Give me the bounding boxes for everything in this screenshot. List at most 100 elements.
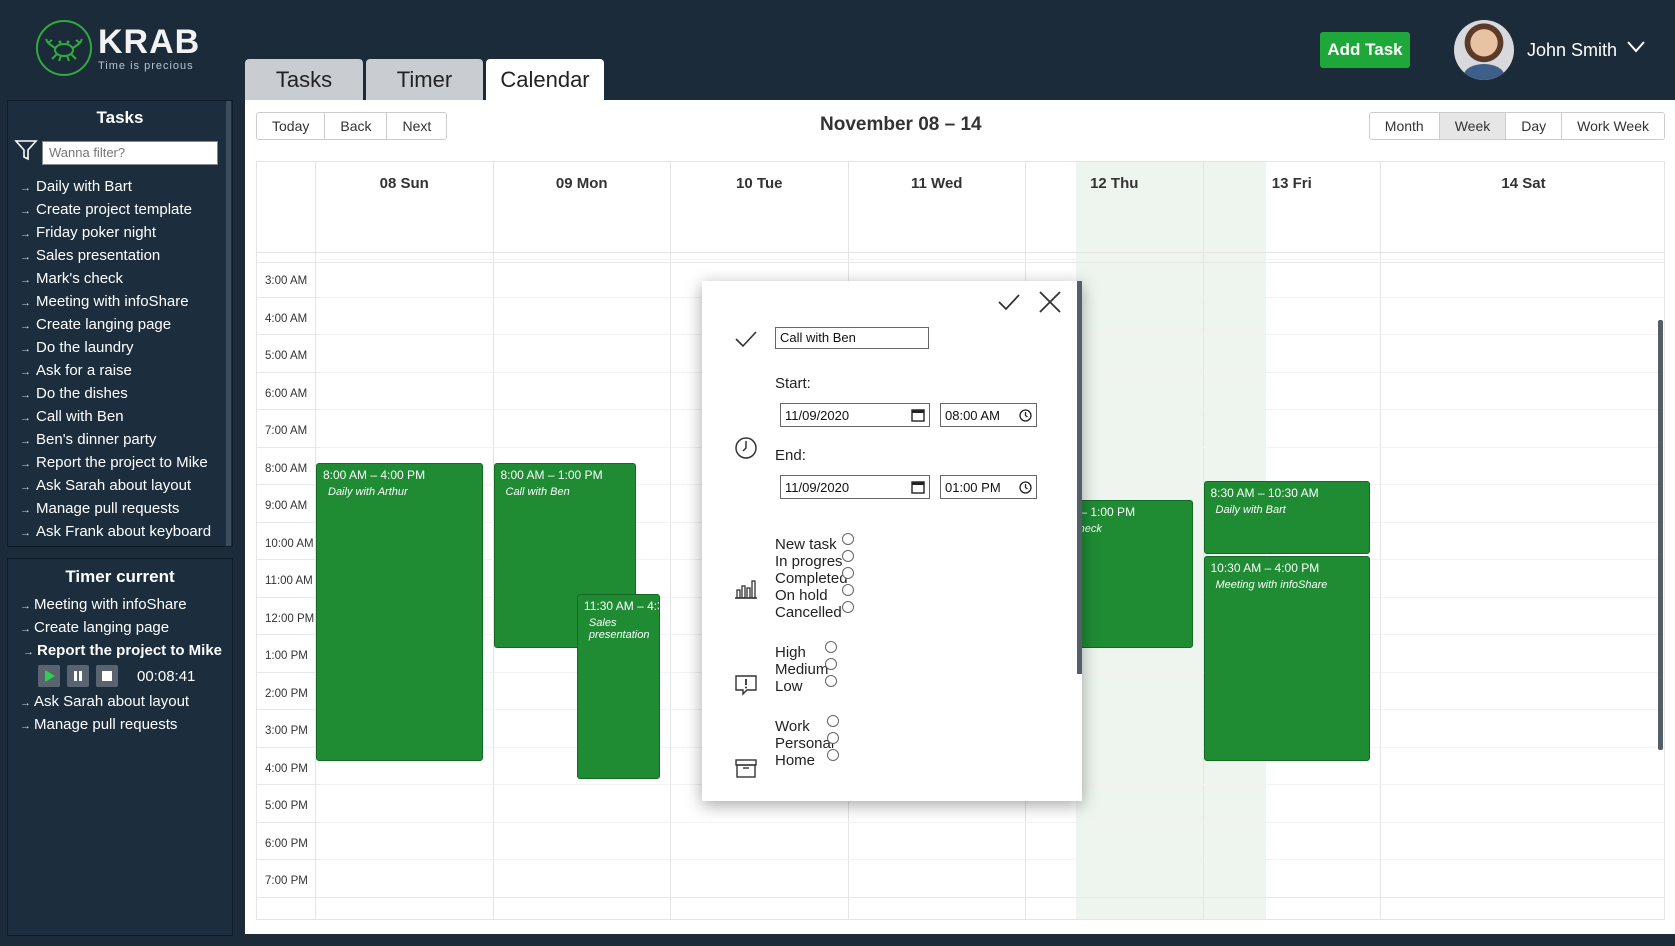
task-list-item[interactable]: → Mark's check <box>20 267 232 290</box>
time-label: 9:00 AM <box>265 500 308 512</box>
calendar-scrollbar[interactable] <box>1658 320 1663 750</box>
month-view-button[interactable]: Month <box>1369 113 1440 139</box>
task-list-item[interactable]: →Daily with Arthur <box>20 543 232 547</box>
avatar[interactable] <box>1454 20 1514 80</box>
task-list-item[interactable]: → Create langing page <box>20 313 232 336</box>
task-label: Call with Ben <box>36 408 124 425</box>
task-list-item[interactable]: → Sales presentation <box>20 244 232 267</box>
radio-button[interactable] <box>827 732 839 744</box>
task-list-item[interactable]: → Create project template <box>20 198 232 221</box>
task-label: Ask Frank about keyboard <box>36 523 212 540</box>
end-time-input[interactable]: 01:00 PM <box>940 475 1037 499</box>
day-view-button[interactable]: Day <box>1506 113 1563 139</box>
radio-button[interactable] <box>827 715 839 727</box>
stop-button[interactable] <box>96 665 118 687</box>
task-list-item[interactable]: → Do the dishes <box>20 382 232 405</box>
start-time-input[interactable]: 08:00 AM <box>940 403 1037 427</box>
arrow-icon: → <box>20 343 31 355</box>
tasks-scrollbar[interactable] <box>226 101 231 546</box>
task-list-item[interactable]: → Meeting with infoShare <box>20 290 232 313</box>
task-list-item[interactable]: → Do the laundry <box>20 336 232 359</box>
modal-scrollbar[interactable] <box>1077 281 1082 674</box>
pause-button[interactable] <box>67 665 89 687</box>
end-date-input[interactable]: 11/09/2020 <box>780 475 930 499</box>
radio-button[interactable] <box>842 550 854 562</box>
radio-button[interactable] <box>842 567 854 579</box>
task-list-item[interactable]: → Friday poker night <box>20 221 232 244</box>
radio-button[interactable] <box>842 533 854 545</box>
calendar-event[interactable]: 11:30 AM – 4:30 PM Sales presentation <box>576 593 661 780</box>
task-list-item[interactable]: → Ask Sarah about layout <box>20 474 232 497</box>
pause-icon <box>74 671 82 681</box>
day-header[interactable]: 11 Wed <box>847 162 1026 252</box>
day-header[interactable]: 14 Sat <box>1380 162 1664 252</box>
day-header[interactable]: 09 Mon <box>492 162 671 252</box>
tab-calendar[interactable]: Calendar <box>486 59 604 101</box>
day-header[interactable]: 13 Fri <box>1202 162 1381 252</box>
task-list-item[interactable]: → Manage pull requests <box>20 497 232 520</box>
arrow-icon: → <box>20 228 31 240</box>
event-time: 8:00 AM – 4:00 PM <box>323 467 426 482</box>
day-header[interactable]: 10 Tue <box>670 162 848 252</box>
close-icon[interactable] <box>1037 289 1063 320</box>
bar-chart-icon <box>734 577 758 604</box>
task-label: Create langing page <box>36 316 172 333</box>
back-button[interactable]: Back <box>325 113 388 139</box>
task-list-item[interactable]: → Ask for a raise <box>20 359 232 382</box>
task-list-item[interactable]: → Report the project to Mike <box>20 451 232 474</box>
timer-item-active[interactable]: → Report the project to Mike <box>20 639 232 662</box>
confirm-check-icon[interactable] <box>996 291 1022 318</box>
task-list-item[interactable]: → Call with Ben <box>20 405 232 428</box>
timer-item[interactable]: → Meeting with infoShare <box>20 593 232 616</box>
radio-option-label: Completed <box>775 570 848 587</box>
arrow-icon: → <box>20 251 31 263</box>
calendar-event[interactable]: 8:00 AM – 4:00 PM Daily with Arthur <box>316 462 483 761</box>
timer-item[interactable]: → Create langing page <box>20 616 232 639</box>
task-label: Daily with Bart <box>36 178 132 195</box>
add-task-button[interactable]: Add Task <box>1320 32 1410 68</box>
tab-tasks[interactable]: Tasks <box>245 59 363 101</box>
event-editor-modal: Call with Ben Start: 11/09/2020 08:00 AM… <box>702 281 1082 801</box>
day-header[interactable]: 08 Sun <box>315 162 493 252</box>
time-label: 4:00 PM <box>265 762 308 775</box>
radio-button[interactable] <box>842 584 854 596</box>
radio-option-label: On hold <box>775 587 828 604</box>
task-list-item[interactable]: → Daily with Bart <box>20 175 232 198</box>
time-label: 7:00 AM <box>265 425 308 437</box>
today-button[interactable]: Today <box>257 113 326 139</box>
box-icon <box>734 757 758 784</box>
next-button[interactable]: Next <box>387 113 447 139</box>
task-list-item[interactable]: → Ask Frank about keyboard <box>20 520 232 543</box>
calendar-view-group: Month Week Day Work Week <box>1368 112 1665 140</box>
radio-button[interactable] <box>827 749 839 761</box>
calendar-event[interactable]: 8:30 AM – 10:30 AM Daily with Bart <box>1203 481 1371 555</box>
week-view-button[interactable]: Week <box>1439 113 1507 139</box>
task-list-item[interactable]: → Ben's dinner party <box>20 428 232 451</box>
radio-button[interactable] <box>825 658 837 670</box>
task-label: Daily with Arthur <box>36 546 144 547</box>
event-time: 8:30 AM – 10:30 AM <box>1210 486 1319 501</box>
task-label: Friday poker night <box>36 224 157 241</box>
radio-button[interactable] <box>842 601 854 613</box>
time-label: 8:00 AM <box>265 462 308 475</box>
calendar-event[interactable]: 10:30 AM – 4:00 PM Meeting with infoShare <box>1203 556 1371 761</box>
task-name-input[interactable]: Call with Ben <box>775 327 929 349</box>
timer-item[interactable]: → Ask Sarah about layout <box>20 690 232 713</box>
arrow-icon: → <box>20 274 31 286</box>
start-date-input[interactable]: 11/09/2020 <box>780 403 930 427</box>
task-filter-input[interactable] <box>42 140 218 165</box>
play-button[interactable] <box>38 665 60 687</box>
time-label: 4:00 AM <box>265 312 308 325</box>
radio-button[interactable] <box>825 641 837 653</box>
timer-item[interactable]: → Manage pull requests <box>20 713 232 736</box>
day-header[interactable]: 12 Thu <box>1025 162 1203 252</box>
clock-icon <box>734 436 758 465</box>
tasks-panel: Tasks → Daily with Bart → Create project te… <box>7 100 233 547</box>
chevron-down-icon[interactable] <box>1626 40 1646 59</box>
timer-list-after: → Ask Sarah about layout → Manage pull req… <box>8 690 232 736</box>
work-week-view-button[interactable]: Work Week <box>1562 113 1664 139</box>
user-name[interactable]: John Smith <box>1527 40 1617 61</box>
tab-timer[interactable]: Timer <box>366 59 483 101</box>
hour-line <box>257 896 1664 898</box>
radio-button[interactable] <box>825 675 837 687</box>
